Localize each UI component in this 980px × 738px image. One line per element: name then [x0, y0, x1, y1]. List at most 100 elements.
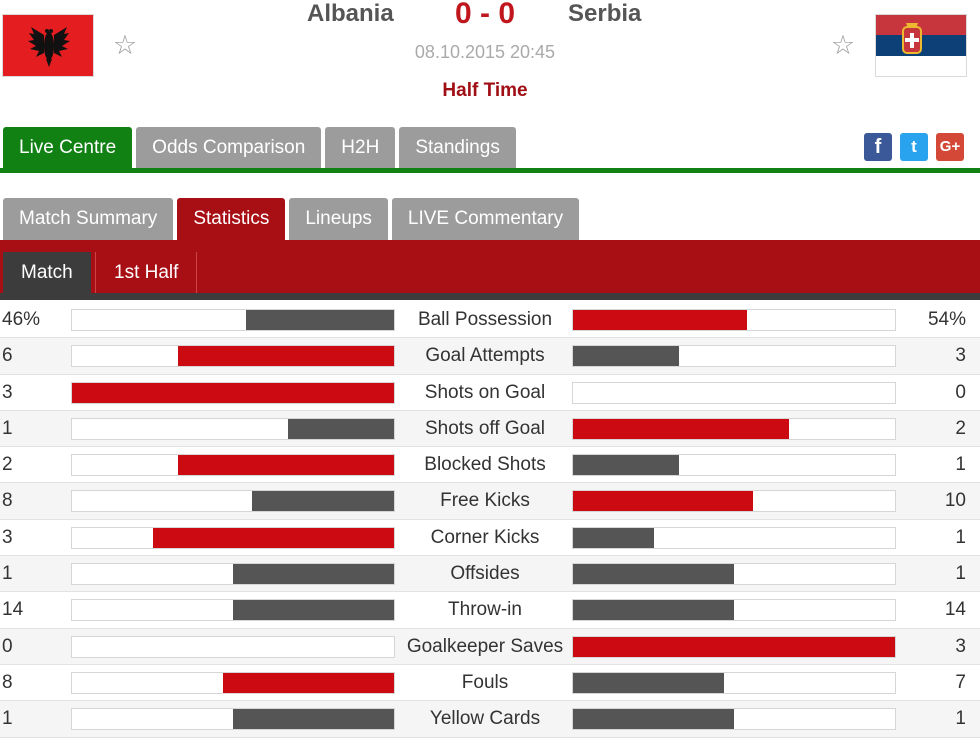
stat-away-value: 14 [944, 599, 966, 621]
stat-row: 8 Fouls 7 [0, 665, 980, 702]
stat-away-value: 1 [955, 708, 966, 730]
stat-away-bar [572, 599, 896, 622]
stat-away-bar [572, 708, 896, 731]
stat-away-bar-fill [573, 672, 725, 693]
stat-row: 2 Blocked Shots 1 [0, 447, 980, 484]
tab-odds-comparison[interactable]: Odds Comparison [136, 127, 322, 169]
stat-home-value: 14 [2, 599, 24, 621]
stat-home-bar [71, 599, 395, 622]
stat-row: 1 Yellow Cards 1 [0, 701, 980, 738]
stat-away-bar-fill [573, 346, 680, 367]
tab-standings[interactable]: Standings [399, 127, 516, 169]
stat-label: Shots off Goal [424, 417, 546, 439]
stat-home-bar-fill [245, 310, 394, 330]
stat-home-bar-fill [233, 600, 394, 621]
stat-home-value: 2 [2, 454, 13, 476]
stat-home-value: 8 [2, 671, 13, 693]
stat-row: 14 Throw-in 14 [0, 592, 980, 629]
stat-home-bar-fill [233, 564, 394, 585]
stat-away-value: 10 [944, 490, 966, 512]
tab-live-commentary[interactable]: LIVE Commentary [391, 198, 580, 240]
stat-label: Goalkeeper Saves [406, 635, 564, 657]
serbia-flag [875, 14, 967, 77]
stat-label: Corner Kicks [430, 526, 540, 548]
stat-home-bar [71, 417, 395, 440]
stat-row: 1 Offsides 1 [0, 556, 980, 593]
tab-period-first-half[interactable]: 1st Half [95, 252, 198, 293]
stat-away-bar [572, 345, 896, 368]
stat-away-bar-fill [573, 709, 734, 730]
stat-away-value: 54% [927, 309, 966, 330]
google-plus-share-icon[interactable]: G+ [936, 133, 964, 161]
stat-home-bar-fill [223, 672, 394, 693]
stat-home-bar [71, 309, 395, 331]
stat-row: 3 Shots on Goal 0 [0, 375, 980, 411]
stat-away-value: 1 [955, 563, 966, 585]
stat-away-bar-fill [573, 455, 680, 476]
stat-home-value: 1 [2, 708, 13, 730]
sub-tabs: Match Summary Statistics Lineups LIVE Co… [0, 198, 580, 240]
stat-away-bar [572, 526, 896, 549]
stat-home-value: 46% [2, 309, 41, 330]
facebook-share-icon[interactable]: f [864, 133, 892, 161]
stat-away-value: 7 [955, 671, 966, 693]
stat-row: 1 Shots off Goal 2 [0, 410, 980, 448]
home-team-name[interactable]: Albania [307, 0, 394, 28]
main-tabs-underline [0, 168, 980, 173]
stat-home-bar [71, 381, 395, 404]
stat-home-bar [71, 490, 395, 513]
stat-home-bar [71, 635, 395, 658]
stat-home-bar [71, 526, 395, 549]
stat-home-value: 1 [2, 417, 13, 439]
stat-away-bar [572, 309, 896, 331]
stat-away-bar [572, 381, 896, 404]
tab-statistics[interactable]: Statistics [177, 198, 286, 240]
stat-home-bar [71, 708, 395, 731]
favorite-home-star-icon[interactable]: ☆ [110, 30, 140, 60]
stat-label: Shots on Goal [424, 381, 546, 403]
stat-home-bar-fill [287, 418, 394, 439]
stat-away-bar-fill [573, 564, 734, 585]
stat-home-bar [71, 671, 395, 694]
stat-away-bar [572, 635, 896, 658]
stat-away-bar [572, 563, 896, 586]
stat-home-value: 6 [2, 345, 13, 367]
stat-away-value: 3 [955, 635, 966, 657]
stat-label: Ball Possession [417, 309, 553, 330]
stat-away-bar [572, 417, 896, 440]
stat-home-value: 1 [2, 563, 13, 585]
main-tabs: Live Centre Odds Comparison H2H Standing… [0, 127, 516, 169]
stat-home-value: 0 [2, 635, 13, 657]
match-date-time: 08.10.2015 20:45 [414, 42, 556, 62]
stat-home-value: 3 [2, 381, 13, 403]
stat-home-bar-fill [252, 491, 394, 512]
stat-away-value: 1 [955, 526, 966, 548]
stat-away-value: 1 [955, 454, 966, 476]
stat-row: 3 Corner Kicks 1 [0, 520, 980, 557]
stat-away-bar-fill [573, 600, 734, 621]
favorite-away-star-icon[interactable]: ☆ [828, 30, 858, 60]
stat-home-bar [71, 345, 395, 368]
stat-away-value: 3 [955, 345, 966, 367]
stat-label: Yellow Cards [429, 708, 541, 730]
stat-away-bar-fill [573, 310, 747, 330]
stat-label: Blocked Shots [424, 454, 546, 476]
stat-home-bar [71, 563, 395, 586]
match-score: 0 - 0 [454, 0, 516, 30]
stat-label: Fouls [461, 671, 509, 693]
away-team-name[interactable]: Serbia [568, 0, 641, 28]
stat-away-bar [572, 490, 896, 513]
tab-lineups[interactable]: Lineups [289, 198, 388, 240]
stat-row: 46% Ball Possession 54% [0, 302, 980, 339]
statistics-table: 46% Ball Possession 54% 6 Goal Attempts 3 3 Sho… [0, 302, 980, 738]
stat-home-bar-fill [152, 527, 394, 548]
twitter-share-icon[interactable]: t [900, 133, 928, 161]
stat-away-bar-fill [573, 527, 654, 548]
tab-period-match[interactable]: Match [3, 252, 91, 293]
stat-away-bar [572, 454, 896, 477]
tab-match-summary[interactable]: Match Summary [3, 198, 174, 240]
stat-away-value: 0 [955, 381, 966, 403]
stat-home-bar-fill [233, 709, 394, 730]
tab-live-centre[interactable]: Live Centre [3, 127, 133, 169]
tab-h2h[interactable]: H2H [325, 127, 396, 169]
